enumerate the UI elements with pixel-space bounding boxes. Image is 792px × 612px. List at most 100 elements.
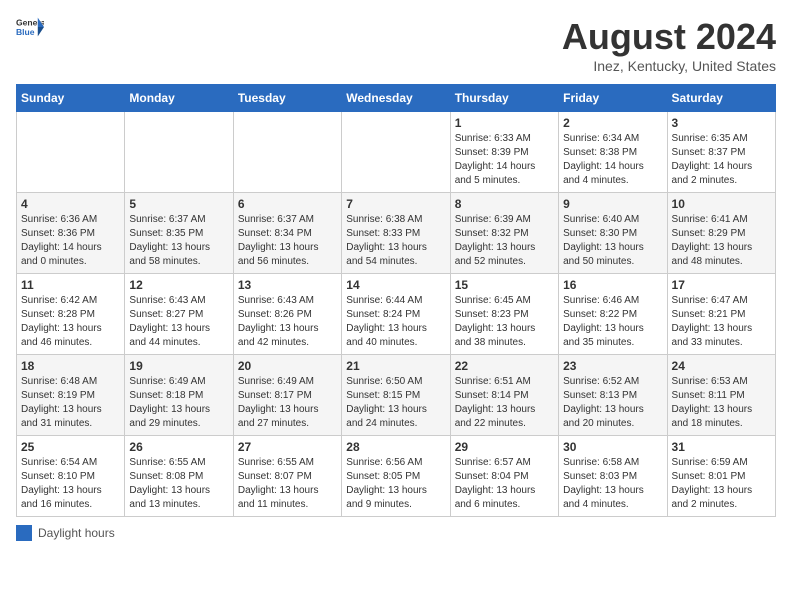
day-info: Sunrise: 6:42 AM Sunset: 8:28 PM Dayligh…	[21, 294, 120, 350]
day-info: Sunrise: 6:40 AM Sunset: 8:30 PM Dayligh…	[563, 213, 662, 269]
calendar-week-4: 18 Sunrise: 6:48 AM Sunset: 8:19 PM Dayli…	[17, 355, 776, 436]
day-header-tuesday: Tuesday	[233, 85, 341, 112]
calendar-cell: 21 Sunrise: 6:50 AM Sunset: 8:15 PM Dayli…	[342, 355, 450, 436]
day-info: Sunrise: 6:55 AM Sunset: 8:07 PM Dayligh…	[238, 456, 337, 512]
main-title: August 2024	[562, 16, 776, 58]
calendar-cell: 30 Sunrise: 6:58 AM Sunset: 8:03 PM Dayli…	[559, 436, 667, 517]
day-info: Sunrise: 6:47 AM Sunset: 8:21 PM Dayligh…	[672, 294, 771, 350]
day-info: Sunrise: 6:35 AM Sunset: 8:37 PM Dayligh…	[672, 132, 771, 188]
day-info: Sunrise: 6:54 AM Sunset: 8:10 PM Dayligh…	[21, 456, 120, 512]
calendar-week-1: 1 Sunrise: 6:33 AM Sunset: 8:39 PM Daylig…	[17, 112, 776, 193]
calendar-cell: 13Sunrise: 6:43 AM Sunset: 8:26 PM Dayli…	[233, 274, 341, 355]
day-number: 10	[672, 197, 771, 211]
calendar-week-5: 25 Sunrise: 6:54 AM Sunset: 8:10 PM Dayli…	[17, 436, 776, 517]
day-number: 21	[346, 359, 445, 373]
day-header-wednesday: Wednesday	[342, 85, 450, 112]
day-number: 4	[21, 197, 120, 211]
calendar-cell: 24 Sunrise: 6:53 AM Sunset: 8:11 PM Dayli…	[667, 355, 775, 436]
calendar-cell: 12Sunrise: 6:43 AM Sunset: 8:27 PM Dayli…	[125, 274, 233, 355]
day-number: 14	[346, 278, 445, 292]
calendar-cell: 22Sunrise: 6:51 AM Sunset: 8:14 PM Dayli…	[450, 355, 558, 436]
day-number: 26	[129, 440, 228, 454]
day-info: Sunrise: 6:53 AM Sunset: 8:11 PM Dayligh…	[672, 375, 771, 431]
calendar-cell: 1 Sunrise: 6:33 AM Sunset: 8:39 PM Daylig…	[450, 112, 558, 193]
day-number: 28	[346, 440, 445, 454]
calendar-cell: 9Sunrise: 6:40 AM Sunset: 8:30 PM Daylig…	[559, 193, 667, 274]
day-header-thursday: Thursday	[450, 85, 558, 112]
day-number: 30	[563, 440, 662, 454]
day-info: Sunrise: 6:49 AM Sunset: 8:18 PM Dayligh…	[129, 375, 228, 431]
day-info: Sunrise: 6:44 AM Sunset: 8:24 PM Dayligh…	[346, 294, 445, 350]
calendar-body: 1 Sunrise: 6:33 AM Sunset: 8:39 PM Daylig…	[17, 112, 776, 517]
day-info: Sunrise: 6:36 AM Sunset: 8:36 PM Dayligh…	[21, 213, 120, 269]
calendar-cell: 19 Sunrise: 6:49 AM Sunset: 8:18 PM Dayli…	[125, 355, 233, 436]
calendar-cell: 31 Sunrise: 6:59 AM Sunset: 8:01 PM Dayli…	[667, 436, 775, 517]
day-number: 15	[455, 278, 554, 292]
day-info: Sunrise: 6:33 AM Sunset: 8:39 PM Dayligh…	[455, 132, 554, 188]
day-number: 7	[346, 197, 445, 211]
day-info: Sunrise: 6:51 AM Sunset: 8:14 PM Dayligh…	[455, 375, 554, 431]
day-info: Sunrise: 6:58 AM Sunset: 8:03 PM Dayligh…	[563, 456, 662, 512]
day-info: Sunrise: 6:56 AM Sunset: 8:05 PM Dayligh…	[346, 456, 445, 512]
header: General Blue August 2024 Inez, Kentucky,…	[16, 16, 776, 74]
calendar-cell: 29 Sunrise: 6:57 AM Sunset: 8:04 PM Dayli…	[450, 436, 558, 517]
day-number: 11	[21, 278, 120, 292]
day-number: 31	[672, 440, 771, 454]
subtitle: Inez, Kentucky, United States	[562, 58, 776, 74]
day-info: Sunrise: 6:39 AM Sunset: 8:32 PM Dayligh…	[455, 213, 554, 269]
calendar-cell	[125, 112, 233, 193]
day-info: Sunrise: 6:48 AM Sunset: 8:19 PM Dayligh…	[21, 375, 120, 431]
calendar-table: SundayMondayTuesdayWednesdayThursdayFrid…	[16, 84, 776, 517]
calendar-cell	[17, 112, 125, 193]
day-header-saturday: Saturday	[667, 85, 775, 112]
calendar-cell: 10Sunrise: 6:41 AM Sunset: 8:29 PM Dayli…	[667, 193, 775, 274]
day-header-friday: Friday	[559, 85, 667, 112]
logo-icon: General Blue	[16, 16, 44, 38]
calendar-cell: 15Sunrise: 6:45 AM Sunset: 8:23 PM Dayli…	[450, 274, 558, 355]
calendar-cell: 6 Sunrise: 6:37 AM Sunset: 8:34 PM Daylig…	[233, 193, 341, 274]
svg-text:Blue: Blue	[16, 27, 35, 37]
day-number: 6	[238, 197, 337, 211]
day-number: 16	[563, 278, 662, 292]
day-number: 13	[238, 278, 337, 292]
day-info: Sunrise: 6:52 AM Sunset: 8:13 PM Dayligh…	[563, 375, 662, 431]
calendar-cell: 17 Sunrise: 6:47 AM Sunset: 8:21 PM Dayli…	[667, 274, 775, 355]
calendar-cell: 23 Sunrise: 6:52 AM Sunset: 8:13 PM Dayli…	[559, 355, 667, 436]
calendar-cell: 18 Sunrise: 6:48 AM Sunset: 8:19 PM Dayli…	[17, 355, 125, 436]
day-header-sunday: Sunday	[17, 85, 125, 112]
calendar-cell: 7Sunrise: 6:38 AM Sunset: 8:33 PM Daylig…	[342, 193, 450, 274]
calendar-cell	[342, 112, 450, 193]
legend-color-box	[16, 525, 32, 541]
day-number: 18	[21, 359, 120, 373]
day-number: 25	[21, 440, 120, 454]
logo: General Blue	[16, 16, 44, 38]
day-number: 24	[672, 359, 771, 373]
day-header-monday: Monday	[125, 85, 233, 112]
calendar-cell: 27Sunrise: 6:55 AM Sunset: 8:07 PM Dayli…	[233, 436, 341, 517]
day-number: 23	[563, 359, 662, 373]
day-number: 5	[129, 197, 228, 211]
calendar-cell: 5 Sunrise: 6:37 AM Sunset: 8:35 PM Daylig…	[125, 193, 233, 274]
calendar-header-row: SundayMondayTuesdayWednesdayThursdayFrid…	[17, 85, 776, 112]
day-number: 8	[455, 197, 554, 211]
calendar-cell: 4 Sunrise: 6:36 AM Sunset: 8:36 PM Daylig…	[17, 193, 125, 274]
day-info: Sunrise: 6:37 AM Sunset: 8:35 PM Dayligh…	[129, 213, 228, 269]
day-number: 19	[129, 359, 228, 373]
day-number: 20	[238, 359, 337, 373]
day-info: Sunrise: 6:50 AM Sunset: 8:15 PM Dayligh…	[346, 375, 445, 431]
calendar-cell: 26Sunrise: 6:55 AM Sunset: 8:08 PM Dayli…	[125, 436, 233, 517]
day-info: Sunrise: 6:59 AM Sunset: 8:01 PM Dayligh…	[672, 456, 771, 512]
day-number: 29	[455, 440, 554, 454]
day-info: Sunrise: 6:37 AM Sunset: 8:34 PM Dayligh…	[238, 213, 337, 269]
calendar-week-3: 11 Sunrise: 6:42 AM Sunset: 8:28 PM Dayli…	[17, 274, 776, 355]
legend: Daylight hours	[16, 525, 776, 541]
day-info: Sunrise: 6:43 AM Sunset: 8:27 PM Dayligh…	[129, 294, 228, 350]
calendar-cell: 3Sunrise: 6:35 AM Sunset: 8:37 PM Daylig…	[667, 112, 775, 193]
calendar-cell: 11 Sunrise: 6:42 AM Sunset: 8:28 PM Dayli…	[17, 274, 125, 355]
title-area: August 2024 Inez, Kentucky, United State…	[562, 16, 776, 74]
calendar-cell: 2Sunrise: 6:34 AM Sunset: 8:38 PM Daylig…	[559, 112, 667, 193]
day-number: 17	[672, 278, 771, 292]
day-number: 1	[455, 116, 554, 130]
day-info: Sunrise: 6:34 AM Sunset: 8:38 PM Dayligh…	[563, 132, 662, 188]
day-info: Sunrise: 6:57 AM Sunset: 8:04 PM Dayligh…	[455, 456, 554, 512]
